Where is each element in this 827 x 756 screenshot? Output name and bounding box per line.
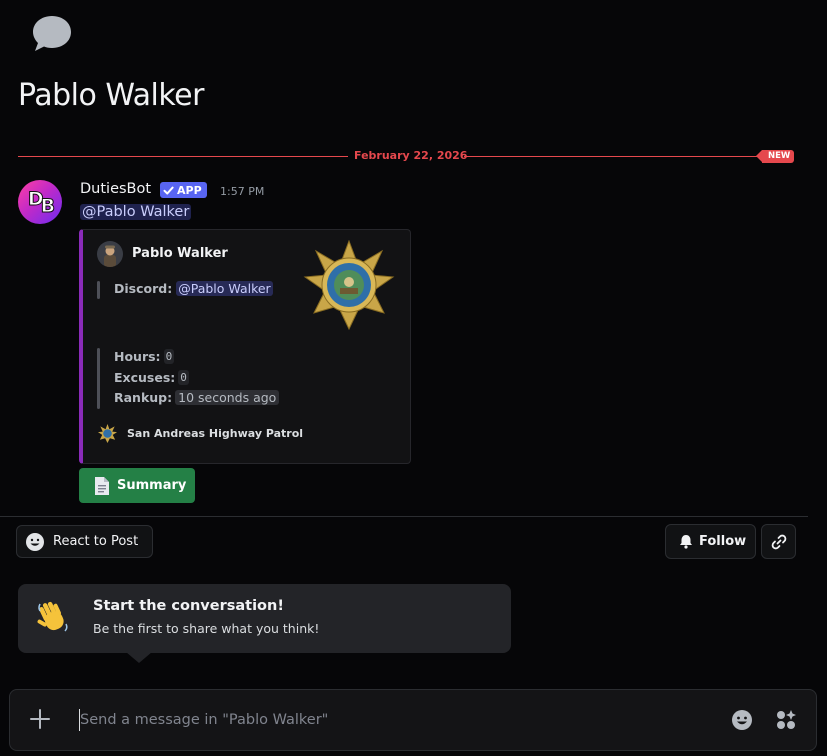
checkmark-icon (163, 186, 174, 194)
avatar[interactable]: D B (18, 180, 62, 224)
avatar-initial-d: D (27, 188, 44, 211)
discord-field: Discord: @Pablo Walker (114, 281, 273, 296)
react-to-post-label: React to Post (53, 534, 139, 549)
page-title: Pablo Walker (18, 78, 204, 113)
discord-label: Discord: (114, 281, 173, 296)
bell-icon (680, 535, 692, 549)
start-conversation-tooltip (18, 584, 511, 653)
field-label: Excuses: (114, 370, 176, 385)
field-value: 0 (178, 370, 189, 385)
tooltip-subtitle: Be the first to share what you think! (93, 621, 320, 636)
copy-link-button[interactable] (761, 524, 796, 559)
follow-label: Follow (699, 534, 747, 549)
rankup-field: Rankup: 10 seconds ago (114, 390, 280, 405)
embed-author-name: Pablo Walker (132, 246, 228, 261)
follow-button[interactable]: Follow (665, 524, 756, 559)
excuses-field: Excuses: 0 (114, 370, 189, 385)
thread-chat-icon (33, 16, 71, 51)
date-divider-line-left (18, 156, 348, 157)
emoji-picker-icon[interactable] (731, 709, 753, 731)
field-label: Rankup: (114, 390, 173, 405)
footer-star-icon (97, 423, 118, 444)
avatar-initial-b: B (40, 195, 56, 218)
quote-bar (97, 348, 100, 409)
message-author[interactable]: DutiesBot (80, 181, 151, 197)
discord-mention[interactable]: @Pablo Walker (176, 281, 273, 296)
field-value: 0 (163, 349, 175, 364)
summary-button[interactable]: Summary (79, 468, 195, 503)
date-divider-line-right (464, 156, 760, 157)
hours-field: Hours: 0 (114, 349, 175, 364)
waving-hand-icon (37, 601, 68, 632)
add-attachment-icon[interactable] (28, 707, 52, 731)
message-timestamp: 1:57 PM (220, 185, 265, 198)
date-divider-label: February 22, 2026 (352, 149, 470, 162)
field-label: Hours: (114, 349, 161, 364)
smile-icon (26, 532, 44, 551)
document-icon (95, 476, 109, 495)
apps-icon[interactable] (775, 709, 797, 731)
app-badge-label: APP (177, 183, 202, 197)
embed-footer-text: San Andreas Highway Patrol (127, 427, 304, 440)
user-mention[interactable]: @Pablo Walker (80, 204, 192, 220)
embed-author-avatar (97, 241, 123, 267)
tooltip-arrow (126, 652, 152, 663)
link-icon (771, 534, 786, 549)
react-to-post-button[interactable]: React to Post (16, 525, 153, 558)
quote-bar (97, 281, 100, 299)
divider (0, 516, 808, 517)
relative-time-chip: 10 seconds ago (175, 390, 280, 405)
person-icon (97, 241, 123, 267)
star-badge-icon (303, 240, 395, 330)
tooltip-title: Start the conversation! (93, 598, 284, 614)
message-input[interactable] (80, 704, 680, 736)
summary-button-label: Summary (117, 478, 187, 493)
app-badge: APP (160, 182, 207, 198)
new-badge: NEW (755, 150, 795, 163)
